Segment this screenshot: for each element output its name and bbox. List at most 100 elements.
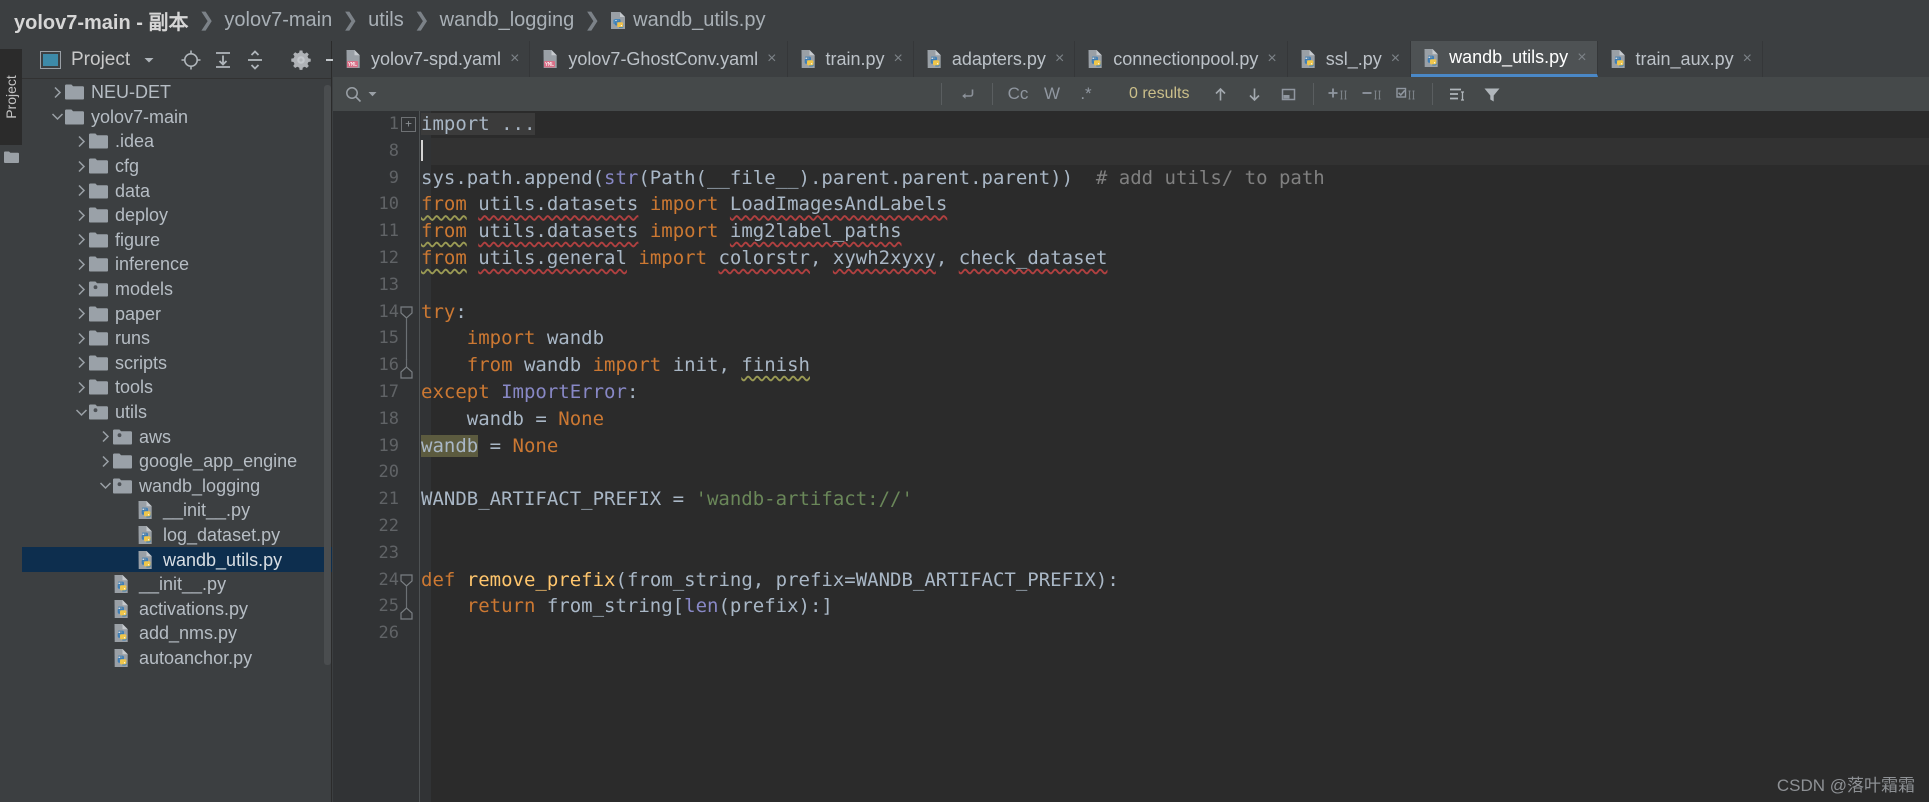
match-case-toggle[interactable]: Cc — [1001, 81, 1035, 107]
search-history-chevron-icon[interactable] — [368, 91, 377, 98]
tree-item-paper[interactable]: paper — [22, 301, 332, 326]
tree-item-scripts[interactable]: scripts — [22, 351, 332, 376]
tree-item-utils[interactable]: utils — [22, 400, 332, 425]
fold-region-end-icon[interactable] — [400, 359, 413, 379]
tree-item-figure[interactable]: figure — [22, 228, 332, 253]
tree-item-cfg[interactable]: cfg — [22, 154, 332, 179]
tree-item-tools[interactable]: tools — [22, 375, 332, 400]
filter-lines-icon[interactable] — [1441, 81, 1475, 107]
editor-tab-train-py[interactable]: train.py × — [788, 41, 914, 77]
code-line[interactable]: 9 sys.path.append(str(Path(__file__).pare… — [333, 165, 1929, 192]
tool-button-project[interactable]: Project — [0, 49, 22, 145]
code-line[interactable]: 12 from utils.general import colorstr, xy… — [333, 245, 1929, 272]
arrow-up-icon[interactable] — [1203, 81, 1237, 107]
tree-item-inference[interactable]: inference — [22, 252, 332, 277]
chevron-down-icon[interactable] — [98, 478, 113, 493]
collapse-all-icon[interactable] — [244, 49, 266, 71]
tree-item-add-nms-py[interactable]: add_nms.py — [22, 621, 332, 646]
breadcrumb-item-3[interactable]: wandb_logging — [440, 9, 575, 32]
expand-all-icon[interactable] — [212, 49, 234, 71]
editor-tab-connectionpool-py[interactable]: connectionpool.py × — [1075, 41, 1288, 77]
chevron-right-icon[interactable] — [98, 454, 113, 469]
chevron-right-icon[interactable] — [74, 232, 89, 247]
editor-tab-adapters-py[interactable]: adapters.py × — [914, 41, 1076, 77]
code-line[interactable]: 25 return from_string[len(prefix):] — [333, 593, 1929, 620]
editor-tab-ssl-py[interactable]: ssl_.py × — [1288, 41, 1412, 77]
code-line[interactable]: 14 try: — [333, 299, 1929, 332]
chevron-right-icon[interactable] — [50, 85, 65, 100]
locate-icon[interactable] — [180, 49, 202, 71]
chevron-right-icon[interactable] — [74, 159, 89, 174]
tree-item-deploy[interactable]: deploy — [22, 203, 332, 228]
code-line[interactable]: 20 — [333, 459, 1929, 486]
chevron-right-icon[interactable] — [74, 183, 89, 198]
editor-tab-wandb-utils-py[interactable]: wandb_utils.py × — [1411, 41, 1598, 77]
breadcrumb-item-1[interactable]: yolov7-main — [224, 9, 332, 32]
regex-toggle[interactable]: .* — [1069, 81, 1103, 107]
project-tree-scrollbar[interactable] — [324, 85, 331, 665]
tree-item-data[interactable]: data — [22, 178, 332, 203]
chevron-right-icon[interactable] — [74, 208, 89, 223]
chevron-down-icon[interactable] — [74, 405, 89, 420]
tree-item-wandb-utils-py[interactable]: wandb_utils.py — [22, 547, 332, 572]
code-line[interactable]: 8 — [333, 137, 1929, 165]
tree-item-log-dataset-py[interactable]: log_dataset.py — [22, 523, 332, 548]
close-icon[interactable]: × — [894, 50, 903, 68]
editor-tab-yolov7-ghostconv-yaml[interactable]: YML yolov7-GhostConv.yaml × — [530, 41, 788, 77]
code-editor[interactable]: 1 + import ... 8 9 sys.path.append(str(Path(_… — [333, 111, 1929, 802]
chevron-down-icon[interactable] — [142, 49, 156, 71]
chevron-right-icon[interactable] — [74, 331, 89, 346]
tree-item-google-app-engine[interactable]: google_app_engine — [22, 449, 332, 474]
breadcrumb-item-project[interactable]: yolov7-main - 副本 — [14, 6, 188, 35]
close-icon[interactable]: × — [1577, 49, 1586, 67]
gear-icon[interactable] — [290, 49, 312, 71]
close-icon[interactable]: × — [1055, 50, 1064, 68]
multiline-search-toggle[interactable] — [950, 81, 984, 107]
code-line[interactable]: 16 from wandb import init, finish — [333, 352, 1929, 379]
code-line[interactable]: 13 — [333, 272, 1929, 299]
chevron-right-icon[interactable] — [98, 429, 113, 444]
chevron-right-icon[interactable] — [74, 134, 89, 149]
code-line[interactable]: 1 + import ... — [333, 111, 1929, 138]
select-all-occurrences-icon[interactable] — [1390, 81, 1424, 107]
code-line[interactable]: 17 except ImportError: — [333, 379, 1929, 406]
code-line[interactable]: 24 def remove_prefix(from_string, prefix=… — [333, 567, 1929, 600]
tree-item-models[interactable]: models — [22, 277, 332, 302]
code-line[interactable]: 15 import wandb — [333, 325, 1929, 361]
close-icon[interactable]: × — [510, 50, 519, 68]
code-line[interactable]: 19 wandb = None — [333, 433, 1929, 460]
code-line[interactable]: 11 from utils.datasets import img2label_p… — [333, 218, 1929, 245]
code-line[interactable]: 21 WANDB_ARTIFACT_PREFIX = 'wandb-artifac… — [333, 486, 1929, 513]
breadcrumb-item-file[interactable]: wandb_utils.py — [610, 9, 765, 32]
close-icon[interactable]: × — [767, 50, 776, 68]
code-line[interactable]: 26 — [333, 620, 1929, 647]
tree-item-wandb-logging[interactable]: wandb_logging — [22, 474, 332, 499]
search-input[interactable] — [333, 77, 933, 111]
tree-item-runs[interactable]: runs — [22, 326, 332, 351]
tree-item-yolov7-main[interactable]: yolov7-main — [22, 105, 332, 130]
editor-tab-yolov7-spd-yaml[interactable]: YML yolov7-spd.yaml × — [333, 41, 531, 77]
arrow-down-icon[interactable] — [1237, 81, 1271, 107]
close-icon[interactable]: × — [1743, 50, 1752, 68]
chevron-right-icon[interactable] — [74, 355, 89, 370]
remove-selection-icon[interactable] — [1356, 81, 1390, 107]
open-in-new-icon[interactable] — [1271, 81, 1305, 107]
tree-item--init-py[interactable]: __init__.py — [22, 498, 332, 523]
fold-collapse-icon[interactable] — [400, 573, 413, 600]
code-line[interactable]: 23 — [333, 540, 1929, 567]
fold-collapse-icon[interactable] — [400, 305, 413, 332]
chevron-right-icon[interactable] — [74, 380, 89, 395]
chevron-right-icon[interactable] — [74, 257, 89, 272]
chevron-right-icon[interactable] — [74, 306, 89, 321]
tree-item-neu-det[interactable]: NEU-DET — [22, 80, 332, 105]
code-line[interactable]: 22 — [333, 513, 1929, 540]
editor-tab-bar[interactable]: YML yolov7-spd.yaml × YML yolov7-GhostConv.y… — [333, 41, 1929, 77]
tree-item-aws[interactable]: aws — [22, 424, 332, 449]
fold-expand-icon[interactable]: + — [401, 117, 416, 132]
editor-code-lines[interactable]: 1 + import ... 8 9 sys.path.append(str(Path(_… — [333, 111, 1929, 802]
chevron-down-icon[interactable] — [50, 109, 65, 124]
editor-tab-train-aux-py[interactable]: train_aux.py × — [1598, 41, 1763, 77]
funnel-icon[interactable] — [1475, 81, 1509, 107]
chevron-right-icon[interactable] — [74, 282, 89, 297]
tree-item--init-py[interactable]: __init__.py — [22, 572, 332, 597]
